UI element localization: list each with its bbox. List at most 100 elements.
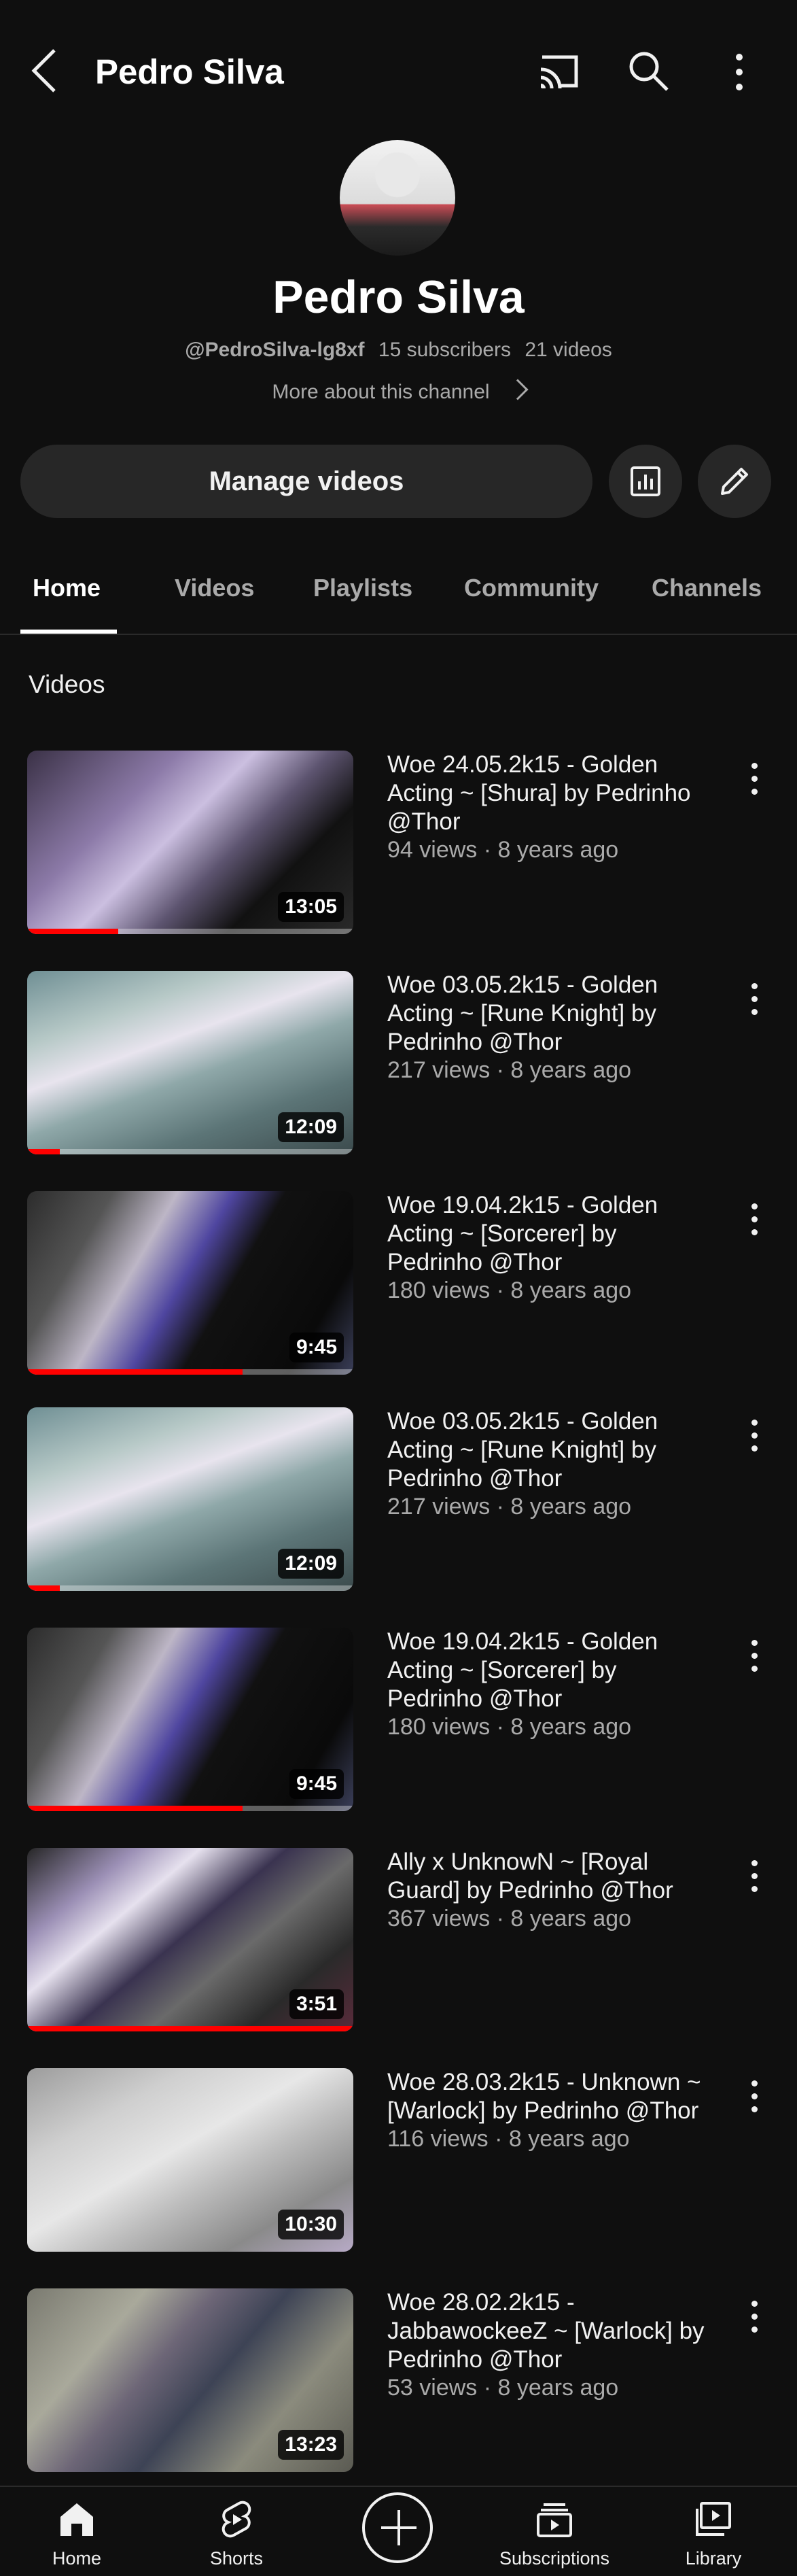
video-thumbnail[interactable]: 13:05 (27, 751, 353, 934)
video-meta: 116 views · 8 years ago (387, 2126, 630, 2152)
video-duration: 9:45 (289, 1769, 344, 1799)
library-icon (696, 2502, 731, 2536)
video-thumbnail[interactable]: 9:45 (27, 1191, 353, 1375)
analytics-icon (631, 466, 660, 496)
create-icon[interactable] (362, 2492, 433, 2563)
video-info: Woe 03.05.2k15 - Golden Acting ~ [Rune K… (387, 1407, 707, 1520)
video-item[interactable]: 9:45 Woe 19.04.2k15 - Golden Acting ~ [S… (0, 1628, 797, 1818)
more-vert-icon[interactable] (727, 52, 751, 92)
video-title: Woe 28.02.2k15 - JabbawockeeZ ~ [Warlock… (387, 2289, 705, 2373)
chevron-right-icon (507, 379, 529, 400)
channel-name: Pedro Silva (272, 271, 525, 323)
section-title: Videos (29, 670, 105, 698)
video-info: Woe 03.05.2k15 - Golden Acting ~ [Rune K… (387, 971, 707, 1084)
video-info: Woe 19.04.2k15 - Golden Acting ~ [Sorcer… (387, 1191, 707, 1304)
manage-videos-label: Manage videos (209, 466, 404, 496)
nav-subscriptions[interactable]: Subscriptions (486, 2487, 622, 2576)
tab-channels[interactable]: Channels (652, 574, 762, 602)
nav-shorts-label: Shorts (209, 2548, 264, 2569)
video-title: Woe 24.05.2k15 - Golden Acting ~ [Shura]… (387, 751, 691, 835)
video-thumbnail[interactable]: 13:23 (27, 2288, 353, 2472)
video-meta: 94 views · 8 years ago (387, 837, 619, 863)
more-vert-icon[interactable] (745, 759, 764, 800)
video-duration: 13:05 (278, 892, 344, 922)
nav-home-label: Home (52, 2548, 102, 2569)
video-duration: 10:30 (278, 2210, 344, 2239)
watch-progress (27, 1149, 60, 1154)
video-item[interactable]: 9:45 Woe 19.04.2k15 - Golden Acting ~ [S… (0, 1191, 797, 1381)
subscriber-count: 15 subscribers (378, 339, 511, 361)
video-meta: 367 views · 8 years ago (387, 1906, 632, 1931)
channel-tabs: Home Videos Playlists Community Channels (0, 556, 797, 635)
video-title: Woe 19.04.2k15 - Golden Acting ~ [Sorcer… (387, 1628, 658, 1712)
video-info: Ally x UnknowN ~ [Royal Guard] by Pedrin… (387, 1848, 707, 1932)
more-vert-icon[interactable] (745, 2076, 764, 2117)
video-meta: 180 views · 8 years ago (387, 1277, 632, 1303)
tab-home[interactable]: Home (33, 574, 101, 602)
nav-library[interactable]: Library (645, 2487, 781, 2576)
video-info: Woe 28.03.2k15 - Unknown ~ [Warlock] by … (387, 2068, 707, 2152)
video-item[interactable]: 13:23 Woe 28.02.2k15 - JabbawockeeZ ~ [W… (0, 2288, 797, 2479)
more-vert-icon[interactable] (745, 1199, 764, 1240)
more-about-label: More about this channel (272, 381, 490, 403)
video-thumbnail[interactable]: 12:09 (27, 1407, 353, 1591)
video-info: Woe 19.04.2k15 - Golden Acting ~ [Sorcer… (387, 1628, 707, 1740)
video-thumbnail[interactable]: 9:45 (27, 1628, 353, 1811)
progress-track (27, 1585, 353, 1591)
video-duration: 13:23 (278, 2430, 344, 2460)
video-info: Woe 24.05.2k15 - Golden Acting ~ [Shura]… (387, 751, 707, 863)
subscriptions-icon (537, 2503, 572, 2537)
video-info: Woe 28.02.2k15 - JabbawockeeZ ~ [Warlock… (387, 2288, 707, 2401)
progress-track (27, 1149, 353, 1154)
video-item[interactable]: 10:30 Woe 28.03.2k15 - Unknown ~ [Warloc… (0, 2068, 797, 2259)
nav-subscriptions-label: Subscriptions (499, 2548, 610, 2569)
manage-videos-button[interactable]: Manage videos (20, 445, 592, 518)
shorts-icon (222, 2501, 251, 2538)
pencil-icon (721, 468, 748, 495)
video-duration: 12:09 (278, 1549, 344, 1579)
video-thumbnail[interactable]: 12:09 (27, 971, 353, 1154)
watch-progress (27, 929, 119, 934)
nav-shorts[interactable]: Shorts (169, 2487, 304, 2576)
home-icon (60, 2503, 93, 2536)
more-vert-icon[interactable] (745, 1856, 764, 1897)
tab-videos[interactable]: Videos (175, 574, 254, 602)
video-title: Woe 03.05.2k15 - Golden Acting ~ [Rune K… (387, 972, 658, 1055)
video-count: 21 videos (525, 339, 612, 361)
edit-channel-button[interactable] (698, 445, 771, 518)
analytics-button[interactable] (609, 445, 682, 518)
tab-community[interactable]: Community (464, 574, 599, 602)
more-vert-icon[interactable] (745, 1636, 764, 1677)
tab-playlists[interactable]: Playlists (313, 574, 412, 602)
video-thumbnail[interactable]: 10:30 (27, 2068, 353, 2252)
search-icon[interactable] (626, 49, 670, 92)
watch-progress (27, 2026, 353, 2031)
video-meta: 217 views · 8 years ago (387, 1494, 632, 1519)
active-tab-indicator (20, 630, 117, 634)
video-meta: 180 views · 8 years ago (387, 1714, 632, 1740)
more-vert-icon[interactable] (745, 979, 764, 1020)
nav-home[interactable]: Home (9, 2487, 145, 2576)
video-item[interactable]: 13:05 Woe 24.05.2k15 - Golden Acting ~ [… (0, 751, 797, 941)
back-icon[interactable] (26, 46, 64, 95)
cast-icon[interactable] (537, 50, 580, 91)
channel-handle: @PedroSilva-lg8xf (185, 339, 365, 361)
watch-progress (27, 1369, 243, 1375)
video-title: Woe 28.03.2k15 - Unknown ~ [Warlock] by … (387, 2069, 701, 2124)
watch-progress (27, 1806, 243, 1811)
video-item[interactable]: 12:09 Woe 03.05.2k15 - Golden Acting ~ [… (0, 971, 797, 1161)
video-duration: 9:45 (289, 1333, 344, 1362)
channel-avatar[interactable] (340, 140, 455, 256)
video-item[interactable]: 3:51 Ally x UnknowN ~ [Royal Guard] by P… (0, 1848, 797, 2038)
more-vert-icon[interactable] (745, 2297, 764, 2337)
more-vert-icon[interactable] (745, 1415, 764, 1456)
video-meta: 217 views · 8 years ago (387, 1057, 632, 1083)
more-about-link[interactable]: More about this channel (0, 379, 797, 404)
top-app-bar: Pedro Silva (0, 0, 797, 143)
video-item[interactable]: 12:09 Woe 03.05.2k15 - Golden Acting ~ [… (0, 1407, 797, 1598)
video-duration: 12:09 (278, 1112, 344, 1142)
watch-progress (27, 1585, 60, 1591)
video-meta: 53 views · 8 years ago (387, 2375, 619, 2401)
video-title: Ally x UnknowN ~ [Royal Guard] by Pedrin… (387, 1849, 673, 1904)
video-thumbnail[interactable]: 3:51 (27, 1848, 353, 2031)
